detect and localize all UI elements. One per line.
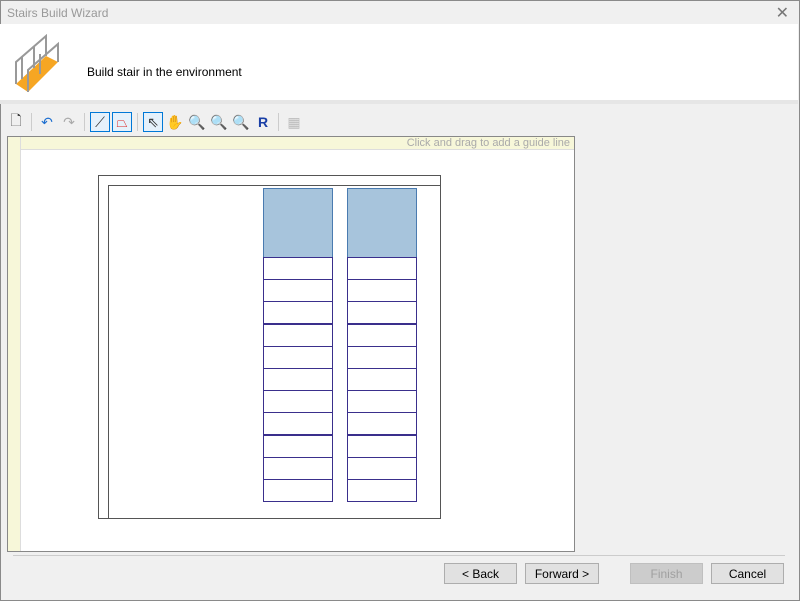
drawing-canvas[interactable]: Click and drag to add a guide line [7,136,575,552]
forward-button[interactable]: Forward > [525,563,599,584]
stair-tread[interactable] [347,412,417,436]
stair-tread[interactable] [347,368,417,391]
toolbar-separator [31,113,32,131]
toolbar-separator [84,113,85,131]
stair-tread[interactable] [263,479,333,502]
stair-landing[interactable] [347,188,417,258]
pan-icon[interactable]: ✋ [165,112,185,132]
redraw-icon[interactable]: R [253,112,273,132]
redo-icon[interactable]: ↷ [59,112,79,132]
button-separator [13,555,785,556]
stair-tread[interactable] [263,390,333,414]
zoom-fit-icon[interactable]: 🔍 [209,112,229,132]
stairs-logo-icon [15,34,59,92]
toolbar: 🗋 ↶ ↷ ⟋ ⏢ ⇖ ✋ 🔍 🔍 🔍 R ▦ [6,110,304,134]
pointer-icon[interactable]: ⇖ [143,112,163,132]
stair-tread[interactable] [263,323,333,347]
wizard-header: Build stair in the environment [0,24,798,100]
stair-tread[interactable] [347,323,417,347]
undo-icon[interactable]: ↶ [37,112,57,132]
stair-tread[interactable] [263,434,333,458]
stair-tread[interactable] [263,345,333,369]
guide-line-hint: Click and drag to add a guide line [406,137,570,149]
draw-line-icon[interactable]: ⟋ [90,112,110,132]
stair-tread[interactable] [263,257,333,280]
window-title: Stairs Build Wizard [7,6,109,20]
stair-tread[interactable] [263,368,333,391]
back-button[interactable]: < Back [444,563,517,584]
header-separator [0,100,798,104]
stair-tread[interactable] [347,390,417,414]
stair-tread[interactable] [347,456,417,480]
toolbar-separator [278,113,279,131]
stairs-3d-icon[interactable]: ▦ [284,112,304,132]
stair-tread[interactable] [347,301,417,325]
finish-button[interactable]: Finish [630,563,703,584]
stair-tread[interactable] [263,301,333,325]
draw-shape-icon[interactable]: ⏢ [112,112,132,132]
wizard-subtitle: Build stair in the environment [87,65,242,79]
stair-tread[interactable] [347,257,417,280]
zoom-reset-icon[interactable]: 🔍 [231,112,251,132]
close-icon[interactable]: ✕ [776,3,789,23]
stair-tread[interactable] [263,412,333,436]
new-icon[interactable]: 🗋 [6,112,26,132]
cancel-button[interactable]: Cancel [711,563,784,584]
zoom-in-out-icon[interactable]: 🔍 [187,112,207,132]
left-ruler[interactable] [8,137,21,551]
stair-tread[interactable] [347,479,417,502]
stair-landing[interactable] [263,188,333,258]
stair-tread[interactable] [347,434,417,458]
stair-tread[interactable] [347,345,417,369]
toolbar-separator [137,113,138,131]
top-ruler[interactable]: Click and drag to add a guide line [20,137,574,150]
stair-tread[interactable] [263,456,333,480]
stair-tread[interactable] [347,279,417,303]
stair-tread[interactable] [263,279,333,303]
